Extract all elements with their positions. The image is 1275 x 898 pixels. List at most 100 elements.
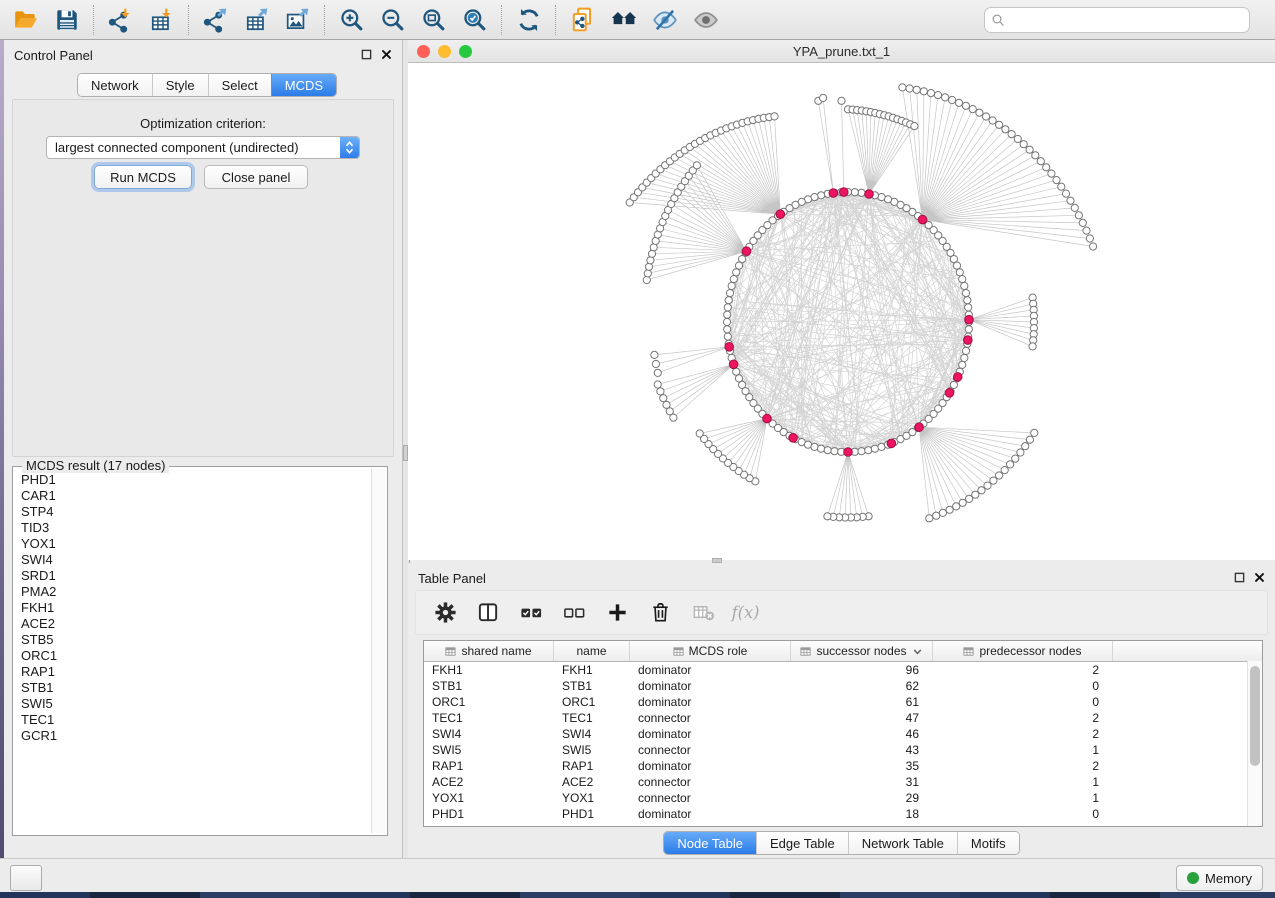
optimization-criterion-select[interactable]: largest connected component (undirected)	[46, 136, 360, 159]
mcds-result-item[interactable]: TID3	[15, 520, 371, 536]
tab-select[interactable]: Select	[208, 74, 271, 96]
mcds-result-item[interactable]: YOX1	[15, 536, 371, 552]
network-window-title: YPA_prune.txt_1	[408, 44, 1275, 59]
zoom-in-icon	[339, 7, 365, 33]
tab-network-table[interactable]: Network Table	[848, 832, 957, 854]
show-all-icon	[693, 7, 719, 33]
toolbar-save-button[interactable]	[46, 3, 87, 37]
toolbar-zoom-in-button[interactable]	[331, 3, 372, 37]
tab-node-table[interactable]: Node Table	[664, 832, 756, 854]
mcds-result-item[interactable]: STB5	[15, 632, 371, 648]
toolbar-hide-selected-button[interactable]	[644, 3, 685, 37]
mcds-result-item[interactable]: GCR1	[15, 728, 371, 744]
tab-mcds[interactable]: MCDS	[271, 74, 336, 96]
table-row[interactable]: PHD1PHD1dominator180	[424, 806, 1262, 822]
table-add-button[interactable]	[604, 600, 630, 626]
column-header-name[interactable]: name	[554, 641, 630, 661]
memory-button[interactable]: Memory	[1176, 865, 1263, 891]
table-toolbar: f(x)	[415, 590, 1268, 635]
tab-motifs[interactable]: Motifs	[957, 832, 1019, 854]
close-panel-icon[interactable]	[1254, 572, 1265, 583]
mcds-result-item[interactable]: RAP1	[15, 664, 371, 680]
mcds-result-item[interactable]: STB1	[15, 680, 371, 696]
table-row[interactable]: SWI5SWI5connector431	[424, 742, 1262, 758]
column-header-MCDS-role[interactable]: MCDS role	[630, 641, 791, 661]
toolbar-import-table-button[interactable]	[141, 3, 182, 37]
mcds-result-item[interactable]: PMA2	[15, 584, 371, 600]
mcds-result-item[interactable]: PHD1	[15, 472, 371, 488]
column-header-predecessor-nodes[interactable]: predecessor nodes	[933, 641, 1113, 661]
table-cell: SWI5	[424, 743, 554, 757]
tab-edge-table[interactable]: Edge Table	[756, 832, 848, 854]
column-header-successor-nodes[interactable]: successor nodes	[791, 641, 933, 661]
float-panel-icon[interactable]	[1234, 572, 1245, 583]
toolbar-export-image-button[interactable]	[277, 3, 318, 37]
node-table[interactable]: shared namenameMCDS rolesuccessor nodesp…	[423, 640, 1263, 827]
mcds-result-item[interactable]: FKH1	[15, 600, 371, 616]
network-canvas[interactable]	[408, 62, 1275, 565]
toolbar-zoom-fit-button[interactable]	[413, 3, 454, 37]
table-deselect-all-button[interactable]	[561, 600, 587, 626]
column-header-shared-name[interactable]: shared name	[424, 641, 554, 661]
gear-icon	[434, 601, 457, 624]
table-gear-button[interactable]	[432, 600, 458, 626]
table-tabs: Node TableEdge TableNetwork TableMotifs	[408, 831, 1275, 855]
toolbar-separator	[188, 5, 189, 35]
search-box[interactable]	[984, 7, 1250, 33]
mcds-result-item[interactable]: SWI5	[15, 696, 371, 712]
cytoscape-app: Control Panel NetworkStyleSelectMCDS Opt…	[0, 0, 1275, 898]
mcds-result-item[interactable]: TEC1	[15, 712, 371, 728]
mcds-result-item[interactable]: SWI4	[15, 552, 371, 568]
table-cell: YOX1	[424, 791, 554, 805]
column-type-icon	[800, 646, 811, 657]
table-cell: dominator	[630, 727, 791, 741]
search-input[interactable]	[1010, 12, 1243, 29]
toolbar-separator	[93, 5, 94, 35]
table-columns-button[interactable]	[475, 600, 501, 626]
table-row[interactable]: ORC1ORC1dominator610	[424, 694, 1262, 710]
mcds-result-item[interactable]: SRD1	[15, 568, 371, 584]
table-scrollbar[interactable]	[1247, 661, 1262, 826]
table-select-all-button[interactable]	[518, 600, 544, 626]
close-panel-button[interactable]: Close panel	[204, 165, 308, 189]
toolbar-open-button[interactable]	[5, 3, 46, 37]
toolbar-share-network-button[interactable]	[562, 3, 603, 37]
table-row[interactable]: ACE2ACE2connector311	[424, 774, 1262, 790]
table-delete-button[interactable]	[647, 600, 673, 626]
float-panel-icon[interactable]	[361, 49, 372, 60]
run-mcds-button[interactable]: Run MCDS	[94, 165, 192, 189]
table-cell: STB1	[424, 679, 554, 693]
task-history-button[interactable]	[10, 865, 42, 891]
table-cell: 2	[933, 663, 1113, 677]
toolbar-zoom-out-button[interactable]	[372, 3, 413, 37]
table-row[interactable]: FKH1FKH1dominator962	[424, 662, 1262, 678]
toolbar-show-all-button[interactable]	[685, 3, 726, 37]
table-row[interactable]: YOX1YOX1connector291	[424, 790, 1262, 806]
toolbar-export-table-button[interactable]	[236, 3, 277, 37]
close-panel-icon[interactable]	[381, 49, 392, 60]
table-function-button: f(x)	[733, 600, 759, 626]
tab-network[interactable]: Network	[78, 74, 152, 96]
table-row[interactable]: SWI4SWI4dominator462	[424, 726, 1262, 742]
table-row[interactable]: TEC1TEC1connector472	[424, 710, 1262, 726]
neighbors-icon	[611, 7, 637, 33]
table-cell: 0	[933, 679, 1113, 693]
table-row[interactable]: STB1STB1dominator620	[424, 678, 1262, 694]
mcds-result-item[interactable]: STP4	[15, 504, 371, 520]
toolbar-refresh-button[interactable]	[508, 3, 549, 37]
network-window-titlebar[interactable]: YPA_prune.txt_1	[408, 40, 1275, 63]
table-cell: dominator	[630, 679, 791, 693]
table-row[interactable]: RAP1RAP1dominator352	[424, 758, 1262, 774]
tab-style[interactable]: Style	[152, 74, 208, 96]
toolbar-neighbors-button[interactable]	[603, 3, 644, 37]
toolbar-import-network-button[interactable]	[100, 3, 141, 37]
mcds-result-item[interactable]: ACE2	[15, 616, 371, 632]
mcds-list-scrollbar[interactable]	[371, 469, 385, 833]
toolbar-zoom-selected-button[interactable]	[454, 3, 495, 37]
mcds-result-item[interactable]: ORC1	[15, 648, 371, 664]
scrollbar-thumb[interactable]	[1250, 666, 1260, 766]
mcds-result-item[interactable]: CAR1	[15, 488, 371, 504]
mcds-result-list[interactable]: PHD1CAR1STP4TID3YOX1SWI4SRD1PMA2FKH1ACE2…	[15, 472, 371, 833]
toolbar-export-network-button[interactable]	[195, 3, 236, 37]
table-cell: RAP1	[424, 759, 554, 773]
